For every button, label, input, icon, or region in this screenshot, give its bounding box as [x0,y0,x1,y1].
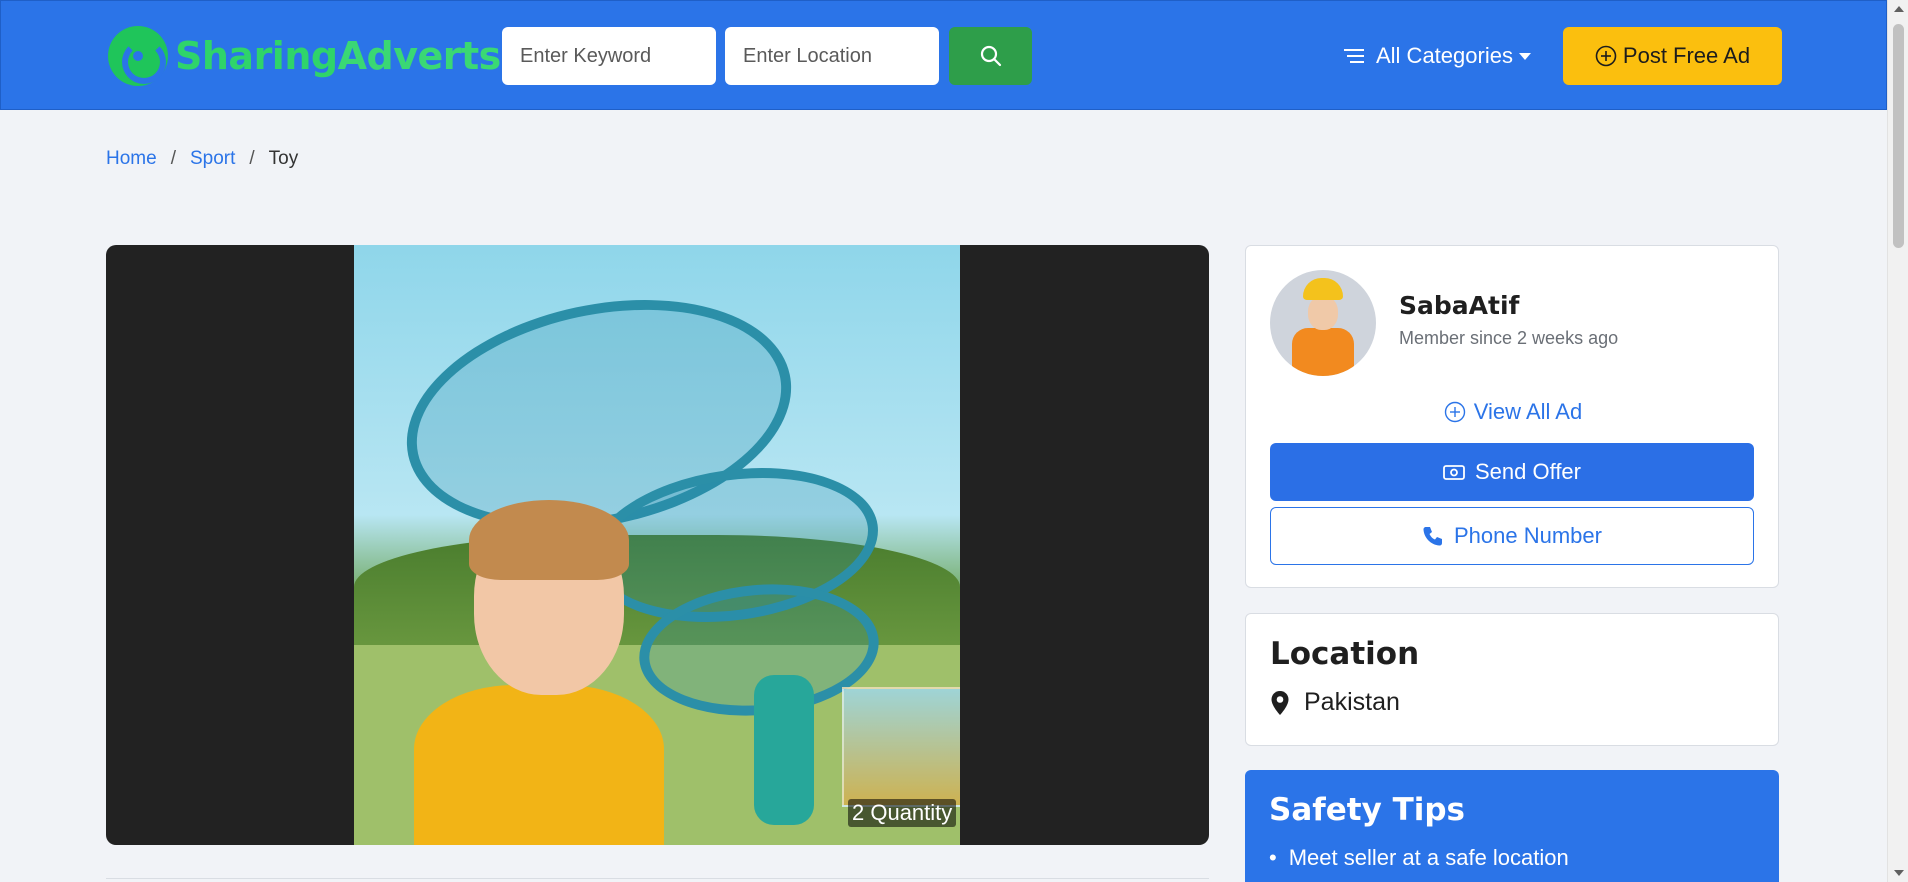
seller-name[interactable]: SabaAtif [1399,291,1519,320]
list-item: Meet seller at a safe location [1269,845,1569,871]
location-input[interactable] [725,27,939,85]
location-text: Pakistan [1304,688,1400,716]
breadcrumb-sport[interactable]: Sport [190,148,235,170]
scroll-down-icon[interactable] [1894,870,1904,876]
plus-circle-icon [1595,45,1617,67]
map-pin-icon [1271,690,1289,715]
post-free-ad-label: Post Free Ad [1622,43,1751,68]
safety-tips-list: Meet seller at a safe location [1269,845,1569,871]
safety-tips-title: Safety Tips [1269,792,1465,828]
view-all-ad-link[interactable]: View All Ad [1246,399,1780,425]
cash-icon [1443,465,1465,480]
breadcrumb-separator: / [170,148,176,169]
member-since: Member since 2 weeks ago [1399,328,1619,348]
photo-inset-thumbnail [842,687,960,807]
location-card: Location Pakistan [1245,613,1779,746]
phone-number-button[interactable]: Phone Number [1270,507,1754,565]
search-icon [980,45,1001,67]
breadcrumb-separator: / [249,148,255,169]
photo-child-shirt [414,685,664,845]
plus-circle-icon [1444,401,1465,423]
phone-icon [1423,527,1442,546]
ad-image-gallery[interactable]: 2 Quantity [106,245,1209,845]
avatar-vest [1292,328,1354,376]
breadcrumb-home[interactable]: Home [106,148,157,170]
avatar[interactable] [1270,270,1376,376]
search-button[interactable] [949,27,1032,85]
site-header: SharingAdverts All Categories Post Free … [0,0,1887,110]
logo-text: SharingAdverts [175,34,501,78]
logo-icon [108,26,168,86]
site-logo[interactable]: SharingAdverts [108,26,501,86]
avatar-face [1308,296,1338,330]
phone-number-label: Phone Number [1454,523,1602,548]
seller-card: SabaAtif Member since 2 weeks ago View A… [1245,245,1779,588]
content-divider [106,878,1209,882]
view-all-ad-label: View All Ad [1473,399,1583,424]
avatar-helmet [1303,278,1343,300]
scroll-up-icon[interactable] [1894,6,1904,12]
scrollbar-thumb[interactable] [1893,24,1904,248]
breadcrumb-current: Toy [268,148,299,169]
quantity-overlay-text: 2 Quantity [848,799,957,827]
keyword-input[interactable] [502,27,716,85]
menu-lines-icon [1344,49,1364,63]
send-offer-label: Send Offer [1475,459,1581,484]
chevron-down-icon [1518,52,1531,60]
ad-main-photo[interactable]: 2 Quantity [354,245,960,845]
send-offer-button[interactable]: Send Offer [1270,443,1754,501]
all-categories-dropdown[interactable]: All Categories [1344,37,1531,75]
post-free-ad-button[interactable]: Post Free Ad [1563,27,1782,85]
photo-launcher [754,675,814,825]
breadcrumb: Home / Sport / Toy [106,148,298,170]
safety-tips-card: Safety Tips Meet seller at a safe locati… [1245,770,1779,882]
categories-label: All Categories [1376,43,1513,68]
photo-child-hair [469,500,629,580]
location-value: Pakistan [1270,688,1400,717]
page-scrollbar[interactable] [1887,0,1908,882]
location-title: Location [1270,636,1420,672]
